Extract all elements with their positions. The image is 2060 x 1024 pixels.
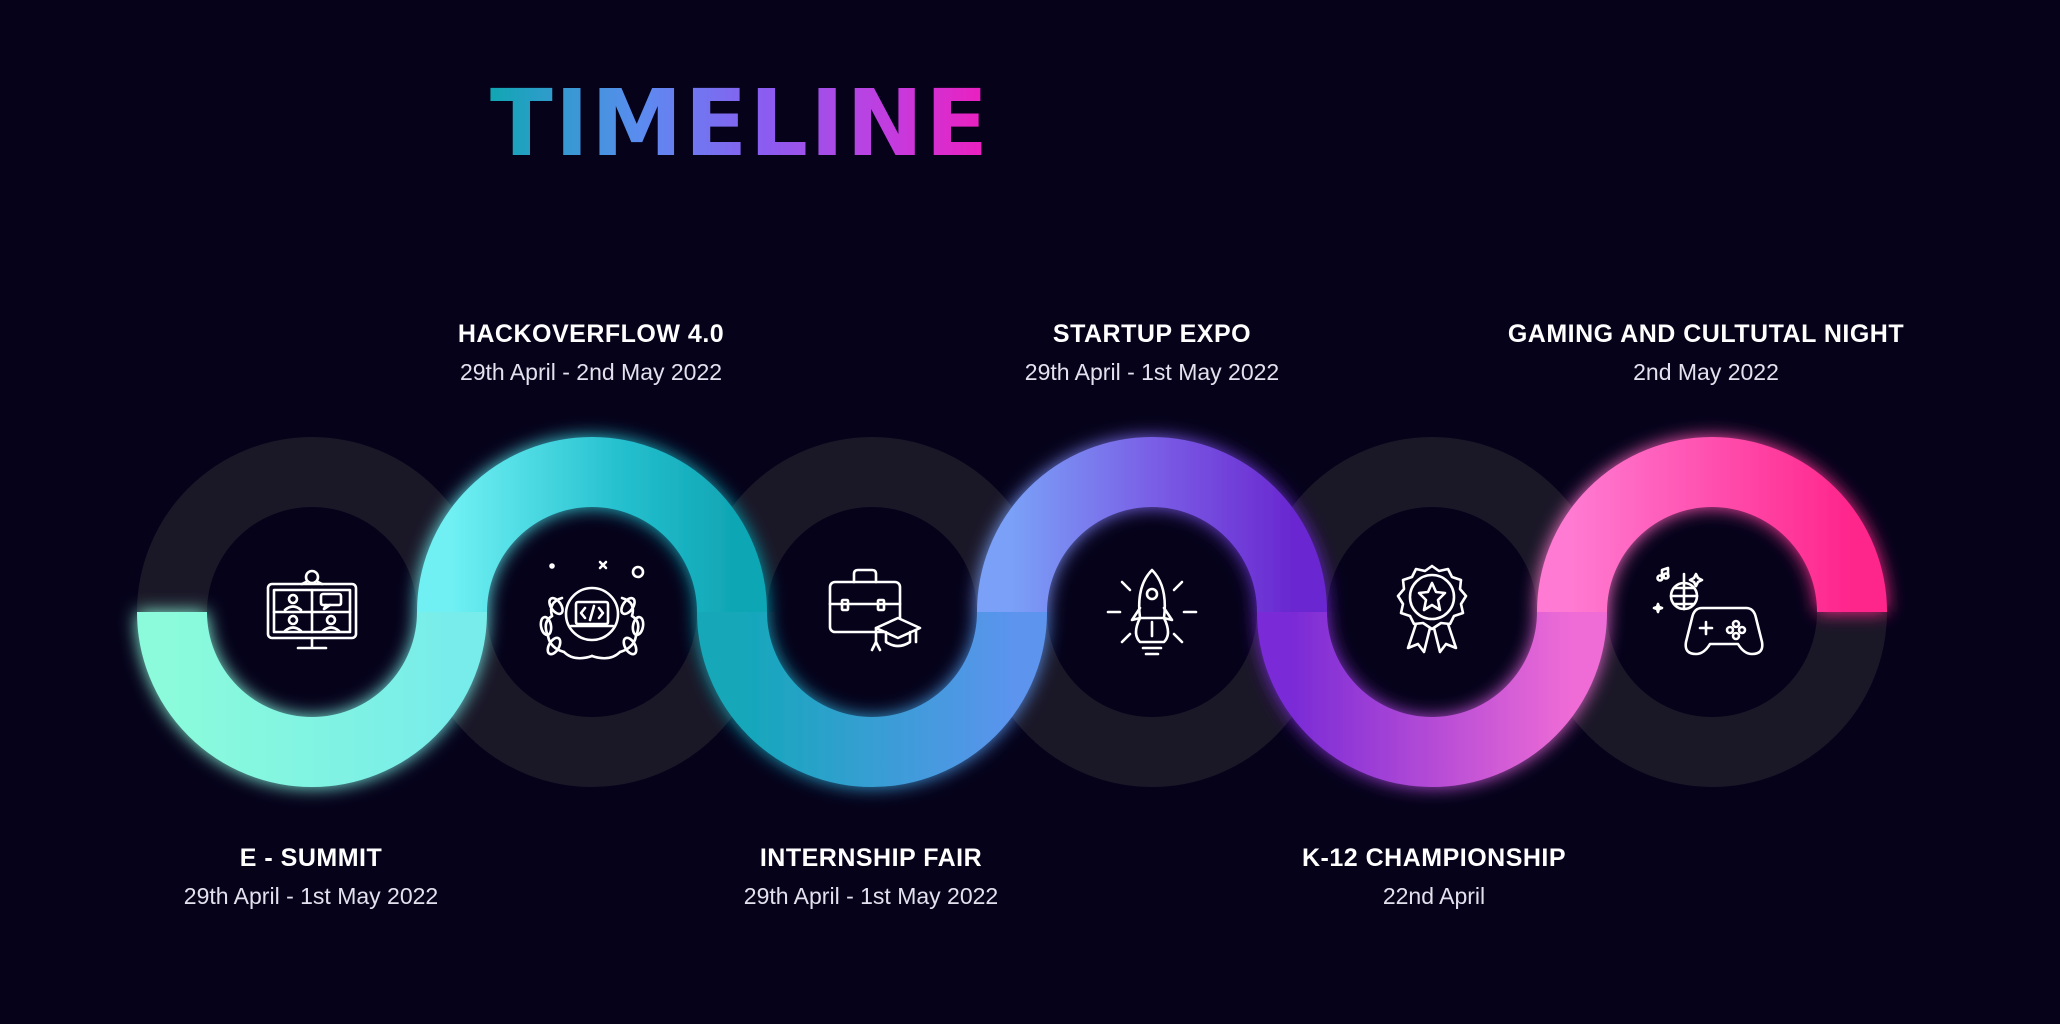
gamepad-disco-icon (1652, 566, 1764, 656)
wave-segment-k12 (1257, 611, 1607, 787)
award-badge-icon (1396, 564, 1468, 654)
wave-segment-hackoverflow (417, 437, 767, 613)
code-laurel-icon (539, 560, 645, 660)
wave-segment-gaming (1537, 437, 1887, 613)
rocket-bulb-icon (1106, 568, 1198, 656)
wave-segment-startup-expo (977, 437, 1327, 613)
briefcase-graduation-icon (828, 568, 922, 652)
timeline-wave (137, 437, 1887, 787)
video-conference-icon (266, 569, 358, 650)
